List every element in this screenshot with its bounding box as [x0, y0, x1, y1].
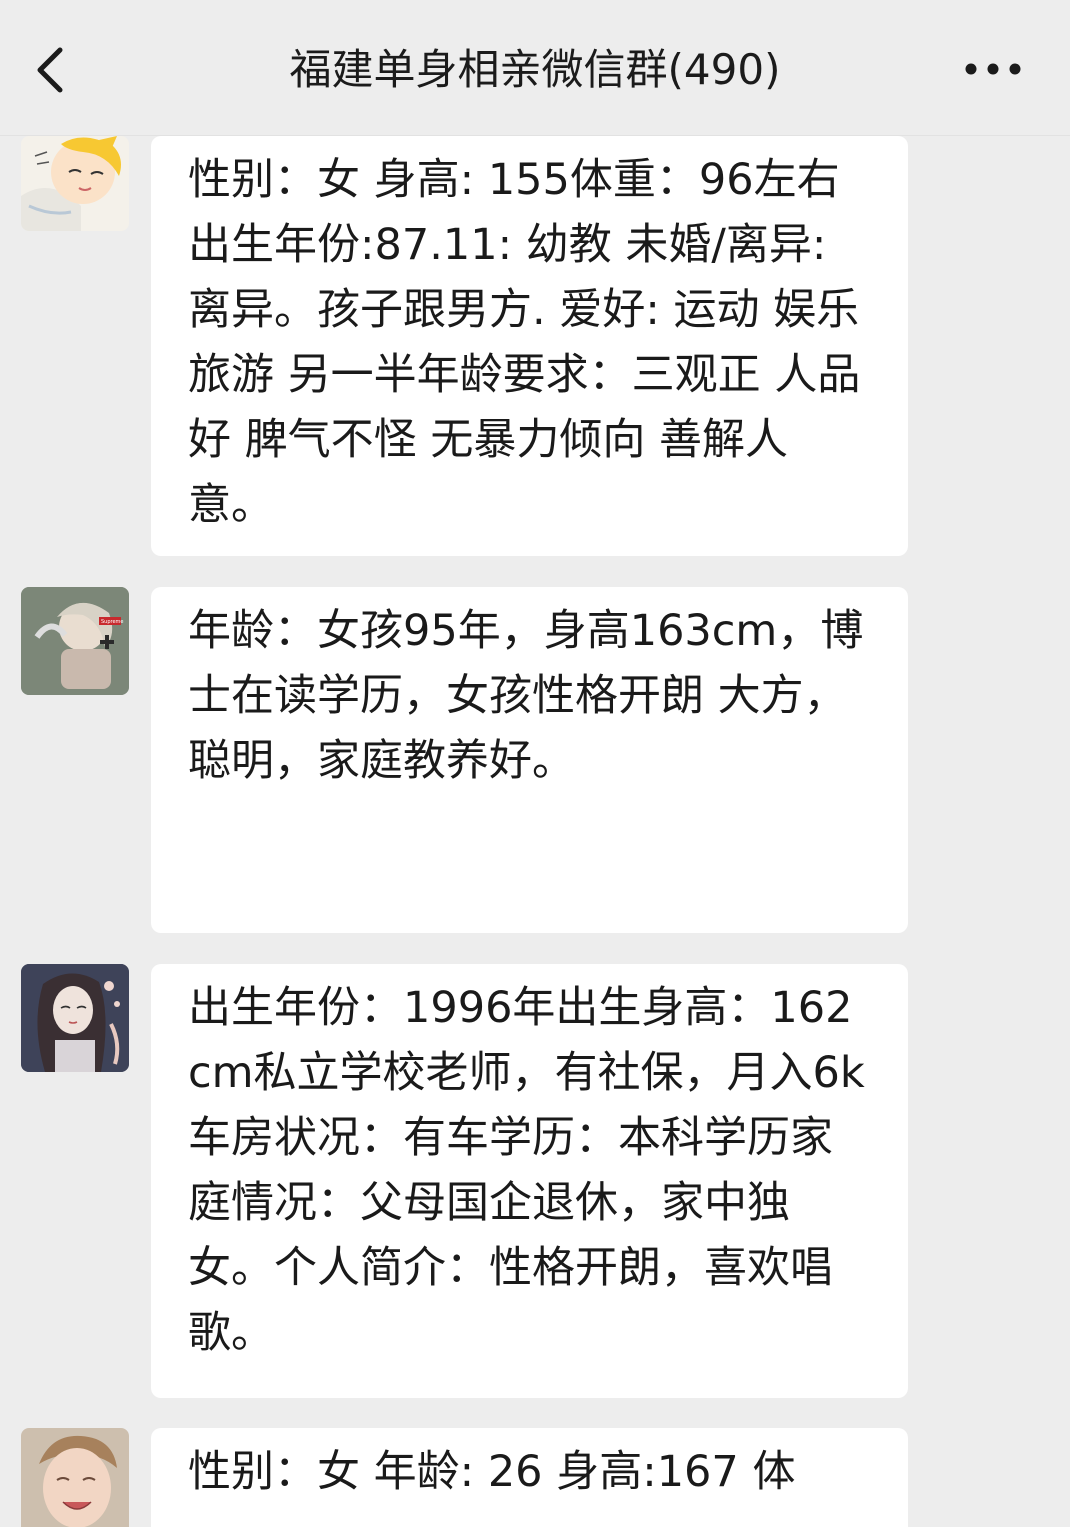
message-bubble[interactable]: 性别：女 身高: 155体重：96左右出生年份:87.11: 幼教 未婚/离异:…: [151, 136, 908, 556]
avatar[interactable]: [21, 1428, 129, 1527]
message-text: 出生年份：1996年出生身高：162cm私立学校老师，有社保，月入6k车房状况：…: [188, 983, 865, 1358]
more-options-button[interactable]: [955, 45, 1035, 95]
avatar[interactable]: [21, 964, 129, 1072]
avatar[interactable]: Supreme: [21, 587, 129, 695]
girl-portrait-avatar-icon: [21, 964, 129, 1072]
message-list[interactable]: 性别：女 身高: 155体重：96左右出生年份:87.11: 幼教 未婚/离异:…: [0, 136, 1070, 1527]
message-bubble[interactable]: 性别：女 年龄: 26 身高:167 体: [151, 1428, 908, 1527]
message-text: 性别：女 身高: 155体重：96左右出生年份:87.11: 幼教 未婚/离异:…: [188, 155, 861, 530]
svg-text:Supreme: Supreme: [101, 619, 124, 625]
smiling-child-avatar-icon: [21, 1428, 129, 1527]
group-chat-title: 福建单身相亲微信群(490): [289, 45, 781, 94]
message-text: 性别：女 年龄: 26 身高:167 体: [188, 1447, 796, 1497]
sleeping-baby-avatar-icon: [21, 136, 129, 231]
chat-header: 福建单身相亲微信群(490): [0, 0, 1070, 136]
message-bubble[interactable]: 出生年份：1996年出生身高：162cm私立学校老师，有社保，月入6k车房状况：…: [151, 964, 908, 1398]
anime-character-avatar-icon: Supreme: [21, 587, 129, 695]
message-bubble[interactable]: 年龄：女孩95年，身高163cm，博士在读学历，女孩性格开朗 大方，聪明，家庭教…: [151, 587, 908, 933]
message-text: 年龄：女孩95年，身高163cm，博士在读学历，女孩性格开朗 大方，聪明，家庭教…: [188, 606, 864, 786]
more-dots-icon: [965, 63, 1021, 75]
chevron-left-icon: [37, 47, 63, 93]
back-button[interactable]: [30, 38, 90, 102]
avatar[interactable]: [21, 136, 129, 231]
